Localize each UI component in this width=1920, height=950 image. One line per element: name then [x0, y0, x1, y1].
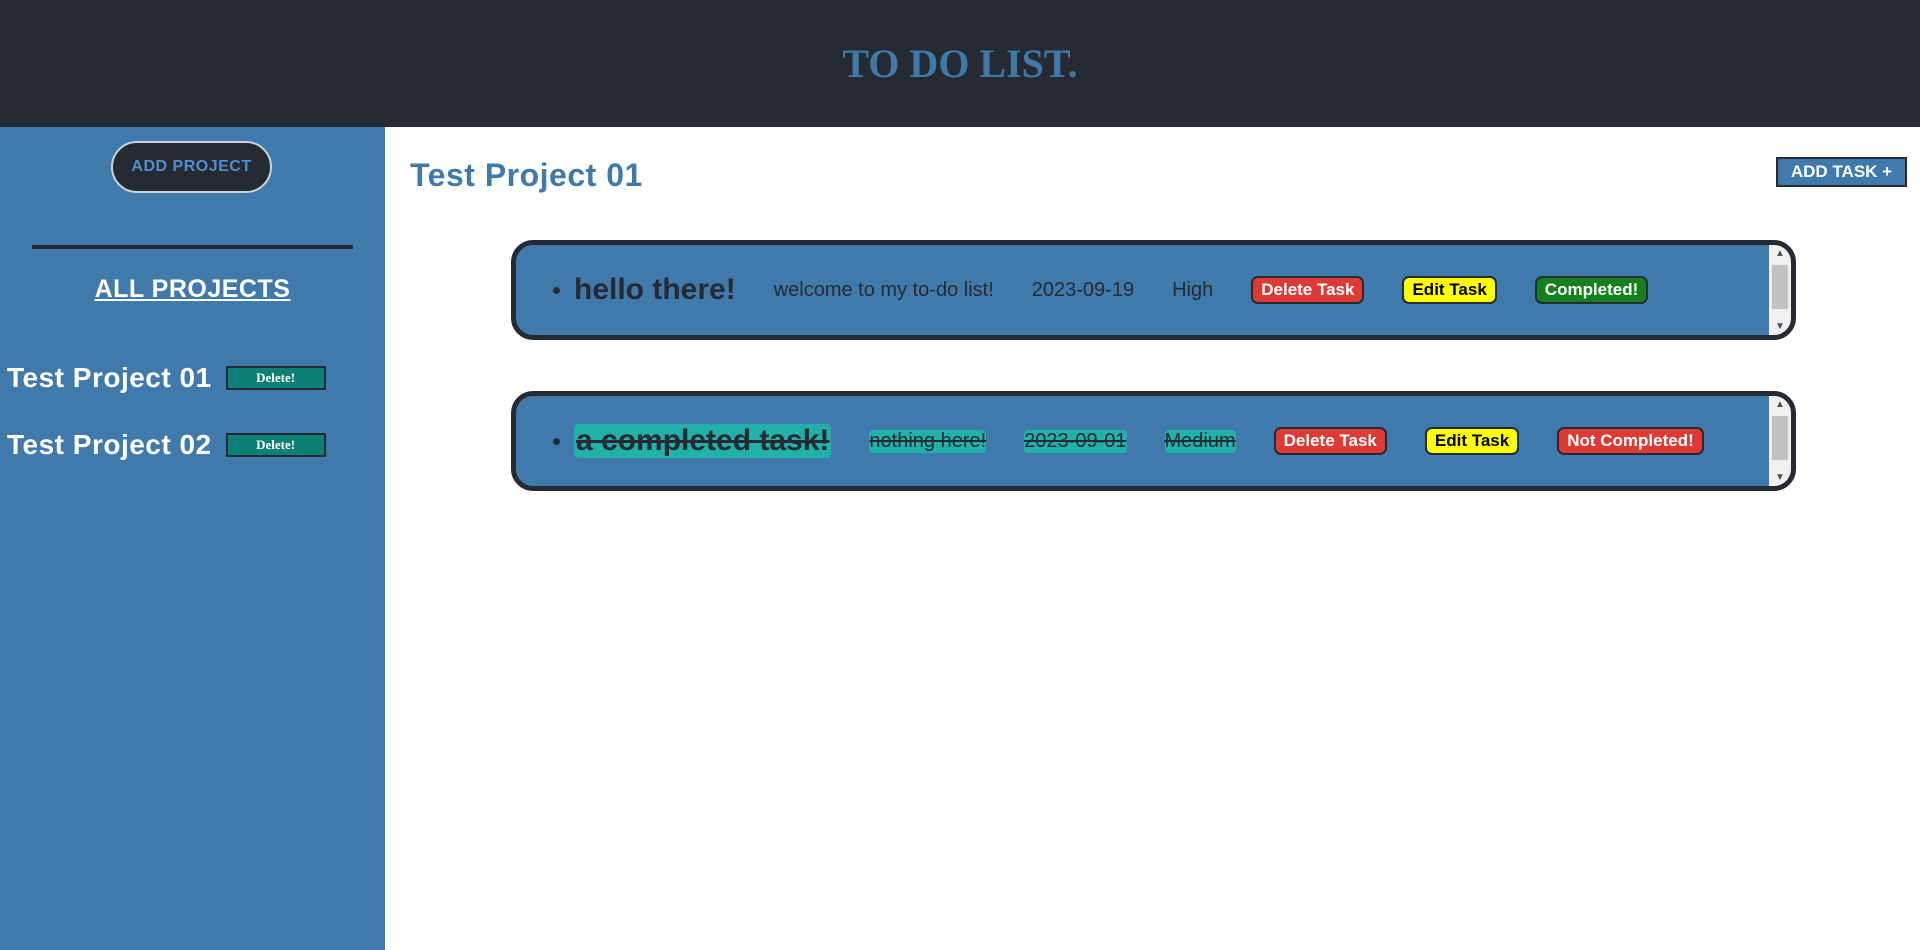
project-item: Test Project 02 Delete! — [7, 429, 326, 461]
mark-not-completed-button[interactable]: Not Completed! — [1557, 427, 1704, 455]
app-header: TO DO LIST. — [0, 0, 1920, 127]
delete-task-button[interactable]: Delete Task — [1273, 427, 1387, 455]
delete-project-button[interactable]: Delete! — [225, 433, 326, 457]
task-card: a completed task! nothing here! 2023-09-… — [511, 391, 1796, 491]
task-title: a completed task! — [574, 424, 832, 458]
task-description: nothing here! — [869, 429, 987, 453]
edit-task-button[interactable]: Edit Task — [1402, 276, 1497, 304]
task-due-date: 2023-09-19 — [1031, 278, 1135, 301]
sidebar-divider — [32, 245, 353, 249]
bullet-icon — [553, 286, 560, 294]
task-card: hello there! welcome to my to-do list! 2… — [511, 240, 1796, 340]
project-item: Test Project 01 Delete! — [7, 362, 326, 394]
scroll-down-arrow-icon[interactable]: ▼ — [1769, 469, 1791, 486]
edit-task-button[interactable]: Edit Task — [1424, 427, 1520, 455]
sidebar: ADD PROJECT ALL PROJECTS Test Project 01… — [0, 127, 385, 950]
task-description: welcome to my to-do list! — [773, 278, 994, 301]
mark-completed-button[interactable]: Completed! — [1534, 276, 1649, 304]
scroll-up-arrow-icon[interactable]: ▲ — [1769, 245, 1791, 262]
add-task-button[interactable]: ADD TASK + — [1776, 157, 1907, 187]
scroll-up-arrow-icon[interactable]: ▲ — [1769, 396, 1791, 413]
task-priority: High — [1172, 278, 1214, 301]
scrollbar-thumb[interactable] — [1772, 416, 1788, 460]
main-content: Test Project 01 ADD TASK + hello there! … — [385, 127, 1920, 950]
all-projects-link[interactable]: ALL PROJECTS — [0, 275, 385, 304]
task-due-date: 2023-09-01 — [1024, 429, 1127, 453]
project-name[interactable]: Test Project 02 — [7, 429, 212, 461]
task-scrollbar[interactable]: ▲ ▼ — [1769, 396, 1791, 486]
add-project-button[interactable]: ADD PROJECT — [111, 141, 272, 193]
task-scrollbar[interactable]: ▲ ▼ — [1769, 245, 1791, 335]
scroll-down-arrow-icon[interactable]: ▼ — [1769, 318, 1791, 335]
delete-task-button[interactable]: Delete Task — [1251, 276, 1365, 304]
task-title: hello there! — [574, 273, 736, 306]
bullet-icon — [553, 437, 560, 445]
delete-project-button[interactable]: Delete! — [225, 366, 326, 390]
project-name[interactable]: Test Project 01 — [7, 362, 212, 394]
task-priority: Medium — [1164, 429, 1236, 453]
app-title: TO DO LIST. — [842, 41, 1078, 86]
scrollbar-thumb[interactable] — [1772, 265, 1788, 309]
project-title: Test Project 01 — [410, 157, 643, 193]
